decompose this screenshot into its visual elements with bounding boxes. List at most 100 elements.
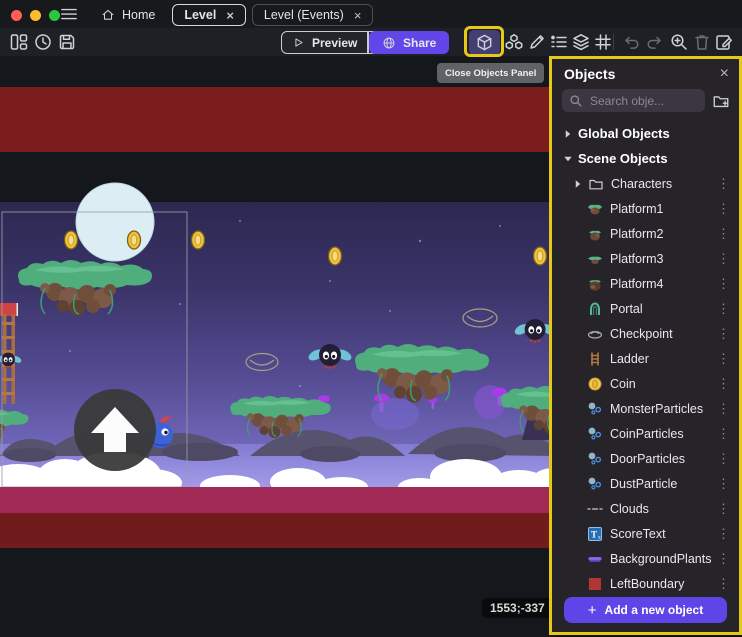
object-label: MonsterParticles	[610, 402, 703, 416]
kebab-menu-icon[interactable]: ⋮	[717, 252, 730, 265]
undo-icon[interactable]	[621, 32, 641, 52]
object-label: Platform2	[610, 227, 664, 241]
delete-icon[interactable]	[692, 32, 712, 52]
top-boundary-instance[interactable]	[0, 87, 556, 152]
scene-render	[0, 56, 556, 637]
kebab-menu-icon[interactable]: ⋮	[717, 552, 730, 565]
tab-home[interactable]: Home	[90, 4, 166, 26]
redo-icon[interactable]	[645, 32, 665, 52]
layers-icon[interactable]	[571, 32, 591, 52]
particles-icon	[587, 451, 603, 467]
close-tab-icon[interactable]: ×	[226, 9, 234, 22]
background-plant-blob[interactable]	[371, 398, 419, 430]
kebab-menu-icon[interactable]: ⋮	[717, 402, 730, 415]
kebab-menu-icon[interactable]: ⋮	[717, 177, 730, 190]
caret-down-icon[interactable]	[562, 153, 574, 165]
preview-label: Preview	[312, 36, 357, 50]
jump-control-overlay[interactable]	[74, 389, 156, 471]
folder-row-characters[interactable]: Characters⋮	[552, 171, 739, 196]
object-row-portal[interactable]: Portal⋮	[552, 296, 739, 321]
tab-level-events[interactable]: Level (Events) ×	[252, 4, 374, 26]
object-row-ladder[interactable]: Ladder⋮	[552, 346, 739, 371]
titlebar: Home Level × Level (Events) ×	[0, 0, 742, 28]
object-row-platform1[interactable]: Platform1⋮	[552, 196, 739, 221]
close-panel-icon[interactable]: ×	[720, 66, 729, 82]
instances-list-icon[interactable]	[549, 32, 569, 52]
kebab-menu-icon[interactable]: ⋮	[717, 302, 730, 315]
object-row-coin[interactable]: Coin⋮	[552, 371, 739, 396]
add-object-label: Add a new object	[605, 603, 704, 617]
text-icon: Tx	[587, 526, 603, 542]
folder-icon	[588, 176, 604, 192]
tooltip: Close Objects Panel	[437, 63, 544, 83]
hamburger-menu-icon[interactable]	[60, 6, 78, 22]
bottom-boundary-instance[interactable]	[0, 513, 556, 548]
section-label: Global Objects	[578, 126, 670, 141]
object-row-coinparticles[interactable]: CoinParticles⋮	[552, 421, 739, 446]
particles-icon	[587, 426, 603, 442]
coin-instance[interactable]	[534, 247, 547, 265]
object-row-scoretext[interactable]: Tx ScoreText ⋮	[552, 521, 739, 546]
kebab-menu-icon[interactable]: ⋮	[717, 277, 730, 290]
caret-right-icon[interactable]	[572, 178, 584, 190]
object-groups-icon[interactable]	[504, 32, 524, 52]
moon-instance[interactable]	[76, 183, 154, 261]
save-icon[interactable]	[57, 32, 77, 52]
kebab-menu-icon[interactable]: ⋮	[717, 202, 730, 215]
kebab-menu-icon[interactable]: ⋮	[717, 452, 730, 465]
edit-icon[interactable]	[527, 32, 547, 52]
grid-icon[interactable]	[593, 32, 613, 52]
object-row-dustparticle[interactable]: DustParticle⋮	[552, 471, 739, 496]
kebab-menu-icon[interactable]: ⋮	[717, 377, 730, 390]
coin-instance[interactable]	[65, 231, 78, 249]
kebab-menu-icon[interactable]: ⋮	[717, 352, 730, 365]
svg-text:x: x	[598, 535, 601, 541]
object-row-checkpoint[interactable]: Checkpoint⋮	[552, 321, 739, 346]
kebab-menu-icon[interactable]: ⋮	[717, 527, 730, 540]
add-object-button[interactable]: + Add a new object	[564, 597, 727, 623]
history-icon[interactable]	[33, 32, 53, 52]
scene-properties-icon[interactable]	[714, 32, 734, 52]
object-row-backgroundplants[interactable]: BackgroundPlants⋮	[552, 546, 739, 571]
window-controls	[11, 10, 60, 21]
kebab-menu-icon[interactable]: ⋮	[717, 427, 730, 440]
kebab-menu-icon[interactable]: ⋮	[717, 227, 730, 240]
object-label: ScoreText	[610, 527, 666, 541]
kebab-menu-icon[interactable]: ⋮	[717, 502, 730, 515]
close-tab-icon[interactable]: ×	[354, 9, 362, 22]
plus-icon: +	[588, 603, 597, 618]
share-button[interactable]: Share	[369, 31, 449, 54]
kebab-menu-icon[interactable]: ⋮	[717, 477, 730, 490]
object-row-platform3[interactable]: Platform3⋮	[552, 246, 739, 271]
add-folder-icon[interactable]	[712, 92, 730, 110]
objects-panel-button[interactable]	[469, 30, 500, 55]
svg-text:T: T	[591, 529, 597, 539]
coin-instance[interactable]	[128, 231, 141, 249]
coin-instance[interactable]	[329, 247, 342, 265]
zoom-in-icon[interactable]	[669, 32, 689, 52]
object-row-leftboundary[interactable]: LeftBoundary⋮	[552, 571, 739, 596]
platform2-icon	[587, 226, 603, 242]
kebab-menu-icon[interactable]: ⋮	[717, 577, 730, 590]
kebab-menu-icon[interactable]: ⋮	[717, 327, 730, 340]
close-window-icon[interactable]	[11, 10, 22, 21]
ladder-icon	[587, 351, 603, 367]
caret-right-icon[interactable]	[562, 128, 574, 140]
minimize-window-icon[interactable]	[30, 10, 41, 21]
scene-editor-canvas[interactable]: 1553;-337	[0, 56, 556, 637]
section-row-scene-objects[interactable]: Scene Objects	[552, 146, 739, 171]
section-row-global-objects[interactable]: Global Objects	[552, 121, 739, 146]
coin-instance[interactable]	[192, 231, 205, 249]
tab-bar: Home Level × Level (Events) ×	[90, 3, 373, 27]
maximize-window-icon[interactable]	[49, 10, 60, 21]
search-input[interactable]	[588, 93, 698, 109]
bottom-band-crimson[interactable]	[0, 487, 556, 513]
panel-layout-icon[interactable]	[9, 32, 29, 52]
tab-level[interactable]: Level ×	[172, 4, 246, 26]
object-row-clouds[interactable]: Clouds⋮	[552, 496, 739, 521]
object-row-monsterparticles[interactable]: MonsterParticles ⋮	[552, 396, 739, 421]
object-row-doorparticles[interactable]: DoorParticles⋮	[552, 446, 739, 471]
object-row-platform2[interactable]: Platform2 ⋮	[552, 221, 739, 246]
object-row-platform4[interactable]: Platform4⋮	[552, 271, 739, 296]
search-box[interactable]	[562, 89, 705, 112]
